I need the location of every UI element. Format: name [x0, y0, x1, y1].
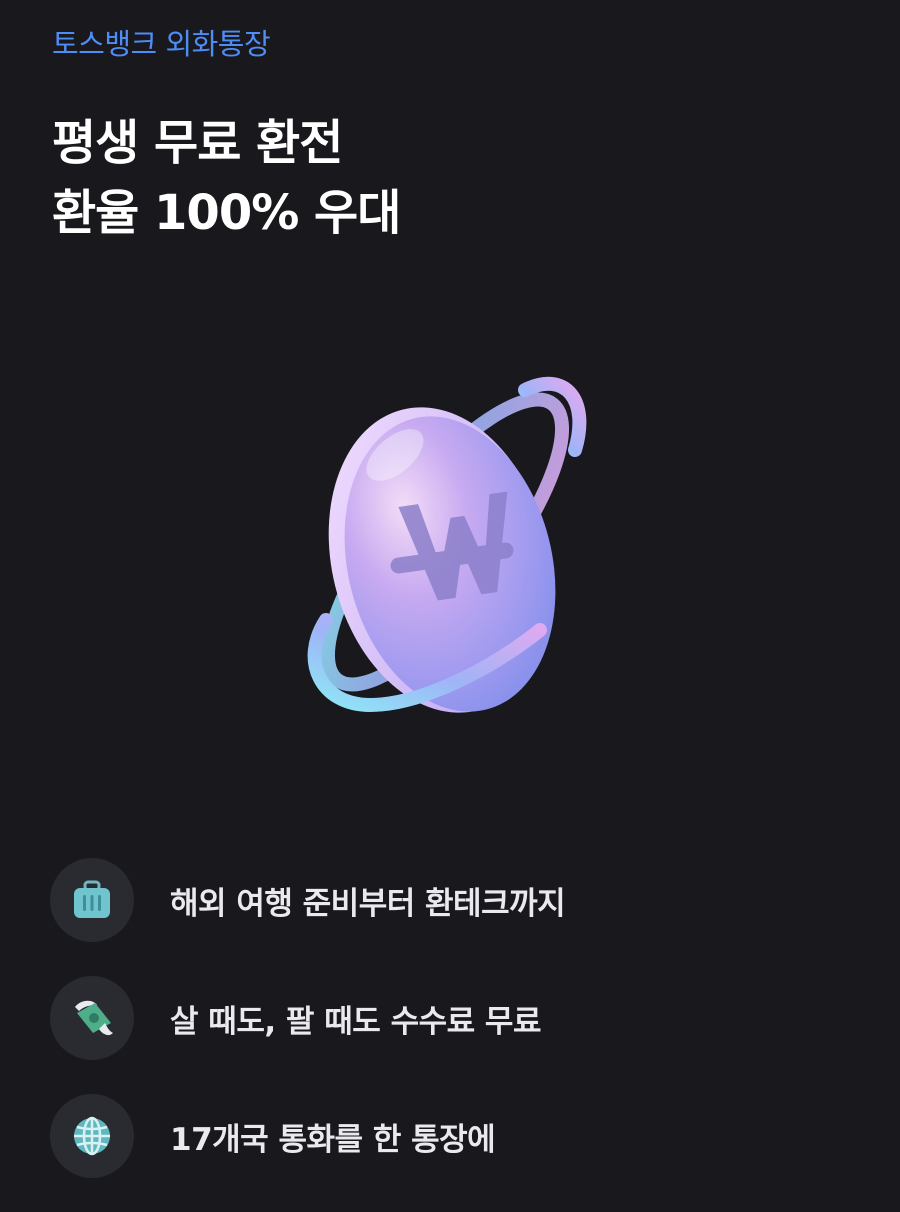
suitcase-icon: [50, 858, 134, 942]
feature-item-currencies: 17개국 통화를 한 통장에: [50, 1094, 860, 1178]
feature-list: 해외 여행 준비부터 환테크까지 살 때도, 팔 때도 수수료 무료 17개국: [50, 858, 860, 1212]
headline-line-1: 평생 무료 환전: [52, 115, 343, 171]
won-coin-with-ring-icon: [290, 360, 610, 730]
headline-line-2: 환율 100% 우대: [52, 185, 401, 241]
feature-text: 살 때도, 팔 때도 수수료 무료: [170, 1003, 541, 1040]
winged-money-icon: [50, 976, 134, 1060]
globe-icon: [50, 1094, 134, 1178]
product-label: 토스뱅크 외화통장: [52, 27, 271, 61]
feature-item-travel: 해외 여행 준비부터 환테크까지: [50, 858, 860, 942]
header: 토스뱅크 외화통장 평생 무료 환전 환율 100% 우대: [52, 24, 860, 248]
feature-text: 17개국 통화를 한 통장에: [170, 1121, 496, 1158]
page-title: 평생 무료 환전 환율 100% 우대: [52, 108, 860, 248]
feature-item-no-fee: 살 때도, 팔 때도 수수료 무료: [50, 976, 860, 1060]
feature-text: 해외 여행 준비부터 환테크까지: [170, 885, 566, 922]
